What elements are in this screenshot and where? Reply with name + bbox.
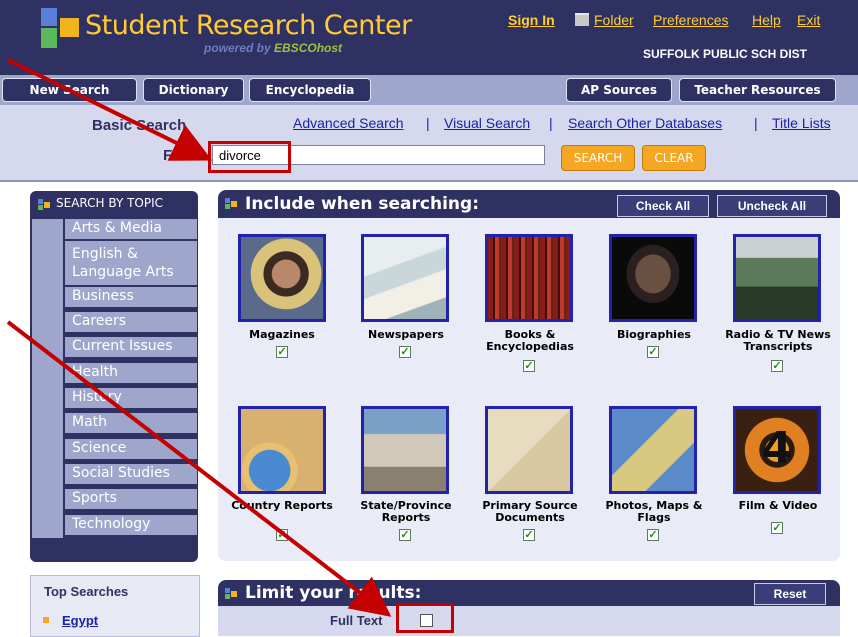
- arrow-to-search: [7, 58, 213, 161]
- annotation-arrows: [6, 58, 392, 617]
- arrow-to-fulltext: [6, 320, 392, 617]
